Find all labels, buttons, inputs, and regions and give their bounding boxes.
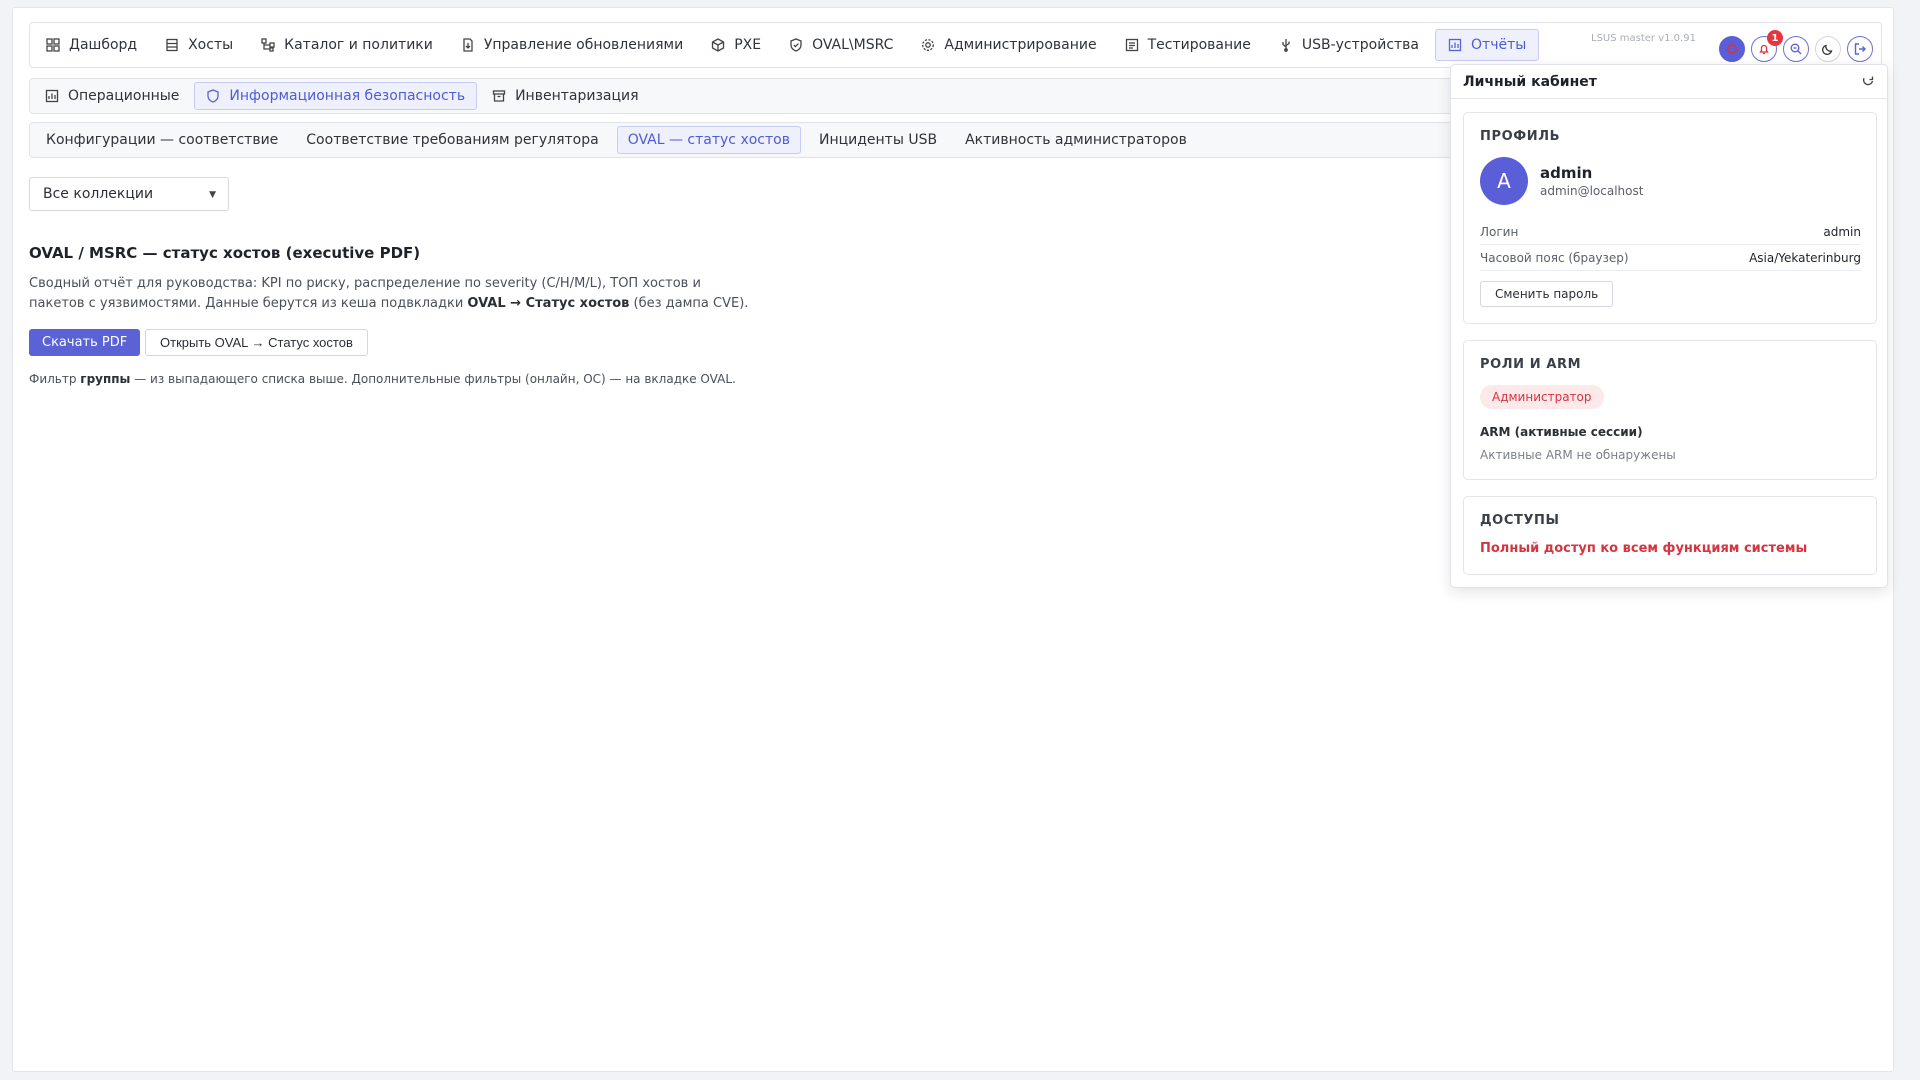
hierarchy-icon (261, 38, 275, 52)
report-tab-regulator[interactable]: Соответствие требованиям регулятора (296, 126, 608, 154)
nav-pxe[interactable]: PXE (699, 29, 773, 61)
report-desc-link: OVAL → Статус хостов (467, 296, 630, 311)
nav-label: Каталог и политики (284, 37, 433, 53)
nav-hosts[interactable]: Хосты (153, 29, 245, 61)
report-icon (1448, 38, 1462, 52)
report-desc-text-end: (без дампа CVE). (629, 296, 749, 311)
roles-section-title: РОЛИ И ARM (1480, 357, 1582, 372)
notifications-button[interactable]: 1 (1751, 30, 1783, 62)
gear-icon (921, 38, 935, 52)
shield-icon (789, 38, 803, 52)
note-text: Фильтр (29, 372, 81, 386)
note-text-end: — из выпадающего списка выше. Дополнител… (130, 372, 736, 386)
nav-label: USB-устройства (1301, 37, 1420, 53)
report-tab-usb[interactable]: Инциденты USB (809, 126, 947, 154)
arm-title: ARM (активные сессии) (1480, 425, 1643, 439)
access-card: ДОСТУПЫ Полный доступ ко всем функциям с… (1463, 496, 1877, 575)
caret-down-icon: ▼ (209, 190, 216, 200)
login-label: Логин (1480, 224, 1519, 239)
collection-select-value: Все коллекции (43, 186, 154, 202)
profile-panel-title: Личный кабинет (1463, 73, 1597, 90)
archive-icon (492, 89, 506, 103)
nav-oval[interactable]: OVAL\MSRC (777, 29, 905, 61)
nav-dashboard[interactable]: Дашборд (34, 29, 149, 61)
notification-badge: 1 (1767, 30, 1783, 46)
tab-infosec[interactable]: Информационная безопасность (194, 82, 478, 110)
tab-label: Информационная безопасность (229, 88, 466, 104)
logout-icon (1853, 42, 1867, 56)
server-icon (165, 38, 179, 52)
role-badge: Администратор (1480, 385, 1604, 409)
access-text: Полный доступ ко всем функциям системы (1480, 541, 1808, 556)
timezone-label: Часовой пояс (браузер) (1480, 250, 1629, 265)
nav-label: OVAL\MSRC (812, 37, 894, 53)
nav-catalog[interactable]: Каталог и политики (249, 29, 445, 61)
nav-label: Администрирование (944, 37, 1097, 53)
search-icon (1789, 42, 1803, 56)
note-bold: группы (80, 372, 131, 386)
nav-reports[interactable]: Отчёты (1435, 29, 1540, 61)
profile-section-title: ПРОФИЛЬ (1480, 129, 1561, 144)
refresh-icon[interactable] (1861, 74, 1875, 88)
nav-label: Отчёты (1471, 37, 1527, 53)
report-tab-oval[interactable]: OVAL — статус хостов (616, 126, 801, 154)
report-tab-config[interactable]: Конфигурации — соответствие (36, 126, 288, 154)
logout-button[interactable] (1847, 36, 1873, 62)
username: admin (1540, 164, 1593, 182)
nav-label: Тестирование (1147, 37, 1251, 53)
usb-icon (1279, 38, 1293, 52)
avatar: A (1480, 157, 1528, 205)
report-title: OVAL / MSRC — статус хостов (executive P… (29, 244, 421, 262)
main-nav: Дашборд Хосты Каталог и политики Управле… (29, 22, 1882, 68)
search-button[interactable] (1783, 36, 1809, 62)
download-pdf-button[interactable]: Скачать PDF (29, 329, 141, 356)
arm-empty-text: Активные ARM не обнаружены (1480, 448, 1676, 462)
timezone-value: Asia/Yekaterinburg (1749, 250, 1861, 265)
report-note: Фильтр группы — из выпадающего списка вы… (29, 372, 736, 386)
roles-card: РОЛИ И ARM Администратор ARM (активные с… (1463, 340, 1877, 480)
theme-toggle-button[interactable] (1815, 36, 1841, 62)
tab-operational[interactable]: Операционные (34, 82, 190, 110)
report-tab-admin-activity[interactable]: Активность администраторов (955, 126, 1197, 154)
login-value: admin (1823, 224, 1861, 239)
shield-icon (206, 89, 220, 103)
login-row: Логин admin (1480, 219, 1861, 245)
collection-select[interactable]: Все коллекции ▼ (29, 177, 229, 211)
timezone-row: Часовой пояс (браузер) Asia/Yekaterinbur… (1480, 245, 1861, 271)
report-description: Сводный отчёт для руководства: KPI по ри… (29, 274, 749, 314)
nav-label: Дашборд (69, 37, 138, 53)
tab-label: Инвентаризация (515, 88, 639, 104)
change-password-button[interactable]: Сменить пароль (1480, 281, 1614, 307)
user-icon (1725, 42, 1739, 56)
tab-label: Операционные (68, 88, 180, 104)
nav-usb[interactable]: USB-устройства (1267, 29, 1431, 61)
nav-updates[interactable]: Управление обновлениями (449, 29, 695, 61)
nav-label: Хосты (188, 37, 234, 53)
access-section-title: ДОСТУПЫ (1480, 513, 1560, 528)
profile-panel-header: Личный кабинет (1451, 65, 1887, 99)
version-label: LSUS master v1.0.91 (1591, 33, 1696, 44)
user-menu-button[interactable] (1719, 36, 1745, 62)
nav-admin[interactable]: Администрирование (909, 29, 1108, 61)
profile-card: ПРОФИЛЬ A admin admin@localhost Логин ad… (1463, 112, 1877, 324)
nav-testing[interactable]: Тестирование (1113, 29, 1263, 61)
user-email: admin@localhost (1540, 184, 1644, 198)
nav-label: PXE (734, 37, 762, 53)
dashboard-icon (46, 38, 60, 52)
file-update-icon (461, 38, 475, 52)
moon-icon (1821, 42, 1835, 56)
report-icon (45, 89, 59, 103)
tab-inventory[interactable]: Инвентаризация (481, 82, 649, 110)
nav-label: Управление обновлениями (483, 37, 684, 53)
checklist-icon (1125, 38, 1139, 52)
open-oval-status-button[interactable]: Открыть OVAL → Статус хостов (145, 329, 368, 356)
profile-panel: Личный кабинет ПРОФИЛЬ A admin admin@loc… (1450, 64, 1888, 588)
cube-icon (711, 38, 725, 52)
